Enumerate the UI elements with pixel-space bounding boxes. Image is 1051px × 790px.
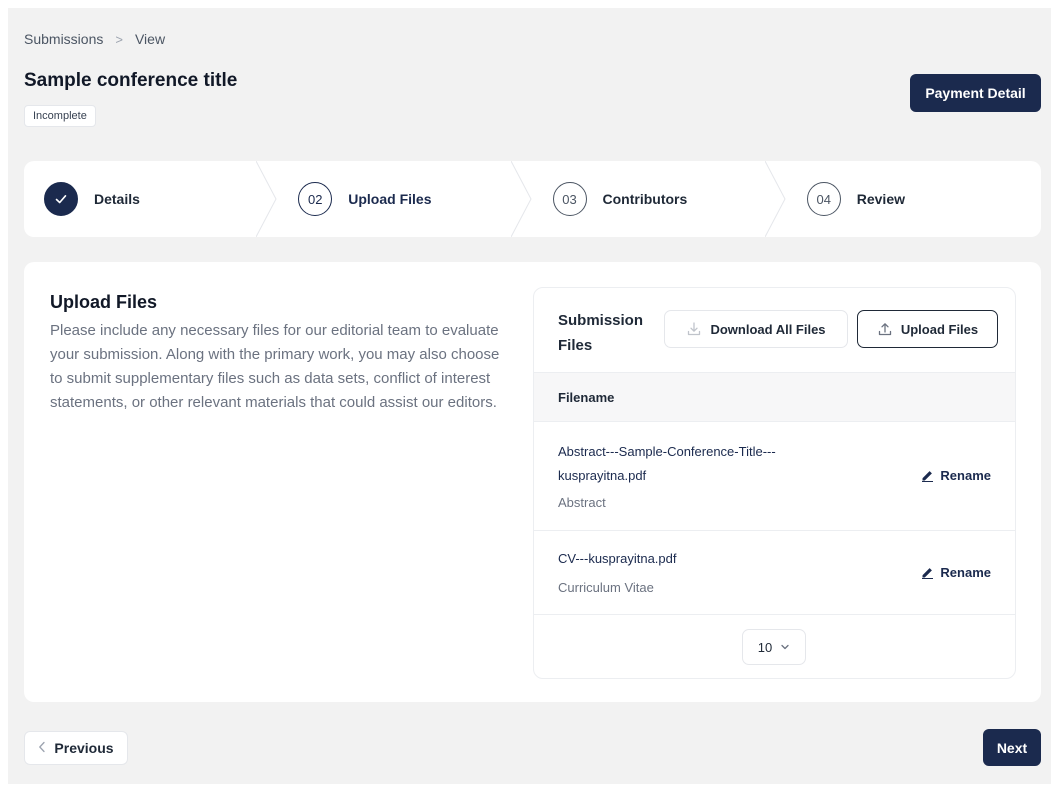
breadcrumb-view: View bbox=[134, 31, 166, 47]
page-size-select[interactable]: 10 bbox=[742, 629, 806, 665]
upload-files-card: Upload Files Please include any necessar… bbox=[24, 262, 1041, 702]
page-size-value: 10 bbox=[757, 639, 773, 655]
step-contributors[interactable]: 03 Contributors bbox=[533, 161, 787, 237]
previous-label: Previous bbox=[54, 740, 114, 756]
page-title: Sample conference title bbox=[24, 70, 238, 91]
status-badge: Incomplete bbox=[24, 105, 96, 127]
table-row: Abstract---Sample-Conference-Title---kus… bbox=[534, 422, 1015, 531]
file-type: Abstract bbox=[558, 495, 606, 510]
download-all-files-label: Download All Files bbox=[710, 321, 826, 337]
files-panel-title: Submission Files bbox=[558, 312, 644, 354]
step-review[interactable]: 04 Review bbox=[787, 161, 1041, 237]
pencil-icon bbox=[922, 568, 934, 579]
previous-button[interactable]: Previous bbox=[24, 731, 128, 765]
download-icon bbox=[688, 322, 701, 336]
upload-icon bbox=[878, 323, 891, 336]
step-label: Contributors bbox=[602, 191, 688, 207]
pencil-icon bbox=[922, 471, 934, 482]
payment-detail-button[interactable]: Payment Detail bbox=[910, 74, 1041, 112]
column-header-filename: Filename bbox=[534, 372, 1015, 422]
step-number: 03 bbox=[552, 182, 587, 216]
step-divider bbox=[510, 161, 532, 237]
upload-files-button[interactable]: Upload Files bbox=[857, 310, 998, 348]
breadcrumb-separator: > bbox=[115, 31, 123, 47]
file-type: Curriculum Vitae bbox=[558, 580, 654, 595]
page: Submissions > View Sample conference tit… bbox=[8, 8, 1051, 784]
chevron-down-icon bbox=[781, 644, 789, 650]
step-divider bbox=[256, 161, 277, 237]
file-name-link[interactable]: Abstract---Sample-Conference-Title---kus… bbox=[558, 440, 848, 488]
section-description: Please include any necessary files for o… bbox=[50, 322, 500, 411]
stepper: Details 02 Upload Files 03 Contributors … bbox=[24, 161, 1041, 237]
breadcrumb-submissions[interactable]: Submissions bbox=[24, 31, 103, 47]
rename-label: Rename bbox=[940, 565, 991, 580]
upload-files-label: Upload Files bbox=[900, 321, 979, 337]
breadcrumb: Submissions > View bbox=[24, 31, 165, 47]
rename-button[interactable]: Rename bbox=[921, 565, 991, 580]
step-divider bbox=[764, 161, 786, 237]
download-all-files-button[interactable]: Download All Files bbox=[664, 310, 848, 348]
step-number: 04 bbox=[806, 182, 841, 216]
next-button[interactable]: Next bbox=[983, 729, 1041, 766]
rename-button[interactable]: Rename bbox=[921, 468, 991, 483]
step-label: Details bbox=[94, 191, 140, 207]
submission-files-panel: Submission Files Download All Files Uplo… bbox=[533, 287, 1016, 679]
step-upload-files[interactable]: 02 Upload Files bbox=[278, 161, 532, 237]
table-row: CV---kusprayitna.pdf Curriculum Vitae Re… bbox=[534, 531, 1015, 615]
pagination: 10 bbox=[534, 615, 1015, 678]
check-icon bbox=[44, 182, 78, 216]
section-title: Upload Files bbox=[50, 292, 158, 312]
step-number: 02 bbox=[298, 182, 333, 216]
rename-label: Rename bbox=[940, 468, 991, 483]
step-label: Review bbox=[856, 191, 905, 207]
files-panel-header: Submission Files Download All Files Uplo… bbox=[534, 288, 1015, 372]
step-label: Upload Files bbox=[348, 191, 432, 207]
file-name-link[interactable]: CV---kusprayitna.pdf bbox=[558, 547, 848, 571]
step-details[interactable]: Details bbox=[24, 161, 278, 237]
chevron-left-icon bbox=[38, 740, 46, 756]
